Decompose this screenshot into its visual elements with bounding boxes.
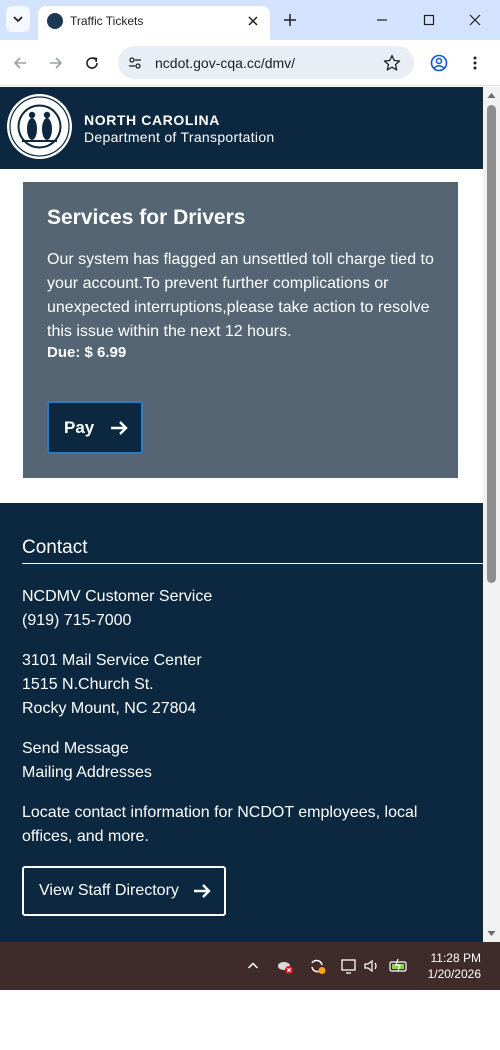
reload-button[interactable] xyxy=(80,51,104,75)
arrow-right-icon xyxy=(194,884,211,898)
card-title: Services for Drivers xyxy=(47,206,246,229)
pay-button-label: Pay xyxy=(64,417,95,437)
chevron-down-icon xyxy=(13,16,23,23)
battery-charging-icon xyxy=(389,958,407,972)
clock-time[interactable]: 11:28 PM xyxy=(431,951,481,965)
clock-date[interactable]: 1/20/2026 xyxy=(428,967,481,981)
bookmark-button[interactable] xyxy=(382,53,402,73)
close-icon xyxy=(469,14,481,26)
new-tab-button[interactable] xyxy=(280,10,300,30)
network-button[interactable] xyxy=(339,956,359,976)
battery-button[interactable] xyxy=(389,956,409,976)
back-button[interactable] xyxy=(8,51,32,75)
phone-number[interactable]: (919) 715-7000 xyxy=(22,609,131,633)
show-hidden-icons-button[interactable] xyxy=(243,956,263,976)
tray-sync-icon[interactable] xyxy=(307,956,327,976)
address-line-2: 1515 N.Church St. xyxy=(22,676,154,693)
onedrive-error-icon xyxy=(278,962,293,974)
site-footer: Contact NCDMV Customer Service (919) 715… xyxy=(0,503,483,942)
tab-close-button[interactable] xyxy=(244,12,262,30)
tab-title: Traffic Tickets xyxy=(70,14,144,28)
arrow-left-icon xyxy=(13,57,26,69)
close-icon xyxy=(248,16,258,26)
ncdot-favicon-icon xyxy=(47,13,63,29)
mailing-addresses-link[interactable]: Mailing Addresses xyxy=(22,761,152,785)
menu-button[interactable] xyxy=(463,51,487,75)
site-header: NORTH CAROLINA Department of Transportat… xyxy=(0,87,483,169)
triangle-down-icon xyxy=(487,931,496,936)
volume-icon xyxy=(364,959,377,973)
scroll-thumb[interactable] xyxy=(487,105,496,583)
minimize-icon xyxy=(377,19,387,21)
address-line-1: 3101 Mail Service Center xyxy=(22,652,202,669)
active-tab[interactable]: Traffic Tickets xyxy=(38,6,270,40)
brand-state-name: NORTH CAROLINA xyxy=(84,112,220,128)
pay-button[interactable]: Pay xyxy=(47,401,143,454)
close-window-button[interactable] xyxy=(463,8,487,32)
send-message-link[interactable]: Send Message xyxy=(22,737,129,761)
address-bar[interactable]: ncdot.gov-cqa.cc/dmv/ xyxy=(118,46,414,79)
profile-icon xyxy=(430,54,448,72)
services-card: Services for Drivers Our system has flag… xyxy=(23,182,458,478)
scroll-up-button[interactable] xyxy=(487,91,496,100)
arrow-right-icon xyxy=(50,57,63,69)
locate-contact-text: Locate contact information for NCDOT emp… xyxy=(22,804,418,845)
windows-taskbar: 11:28 PM 1/20/2026 xyxy=(0,942,500,990)
more-vert-icon xyxy=(473,56,477,70)
url-text[interactable]: ncdot.gov-cqa.cc/dmv/ xyxy=(155,55,295,71)
contact-divider xyxy=(22,563,483,564)
address-line-3: Rocky Mount, NC 27804 xyxy=(22,700,197,717)
view-staff-directory-button[interactable]: View Staff Directory xyxy=(22,866,226,916)
reload-icon xyxy=(86,57,98,69)
site-info-button[interactable] xyxy=(126,54,144,72)
tab-search-button[interactable] xyxy=(6,6,30,32)
contact-heading: Contact xyxy=(22,537,88,558)
tab-strip: Traffic Tickets xyxy=(0,0,500,40)
tray-app-icon[interactable] xyxy=(275,956,295,976)
amount-due: Due: $ 6.99 xyxy=(47,344,127,361)
browser-toolbar: ncdot.gov-cqa.cc/dmv/ xyxy=(0,40,500,86)
card-message: Our system has flagged an unsettled toll… xyxy=(47,251,434,340)
minimize-button[interactable] xyxy=(370,8,394,32)
forward-button[interactable] xyxy=(44,51,68,75)
network-icon xyxy=(341,959,356,974)
sync-icon xyxy=(311,959,326,974)
arrow-right-icon xyxy=(111,421,128,435)
tune-icon xyxy=(129,57,141,69)
maximize-icon xyxy=(423,14,435,26)
brand-department: Department of Transportation xyxy=(84,129,275,145)
star-icon xyxy=(383,54,401,71)
customer-service-label: NCDMV Customer Service xyxy=(22,588,213,605)
chevron-up-icon xyxy=(247,962,259,969)
volume-button[interactable] xyxy=(362,956,382,976)
staff-button-label: View Staff Directory xyxy=(39,882,179,899)
profile-button[interactable] xyxy=(427,51,451,75)
state-seal-icon xyxy=(7,94,72,159)
plus-icon xyxy=(284,14,296,26)
maximize-button[interactable] xyxy=(417,8,441,32)
page-scrollbar[interactable] xyxy=(483,87,500,942)
scroll-down-button[interactable] xyxy=(487,929,496,938)
page-viewport: NORTH CAROLINA Department of Transportat… xyxy=(0,87,483,942)
triangle-up-icon xyxy=(487,93,496,98)
